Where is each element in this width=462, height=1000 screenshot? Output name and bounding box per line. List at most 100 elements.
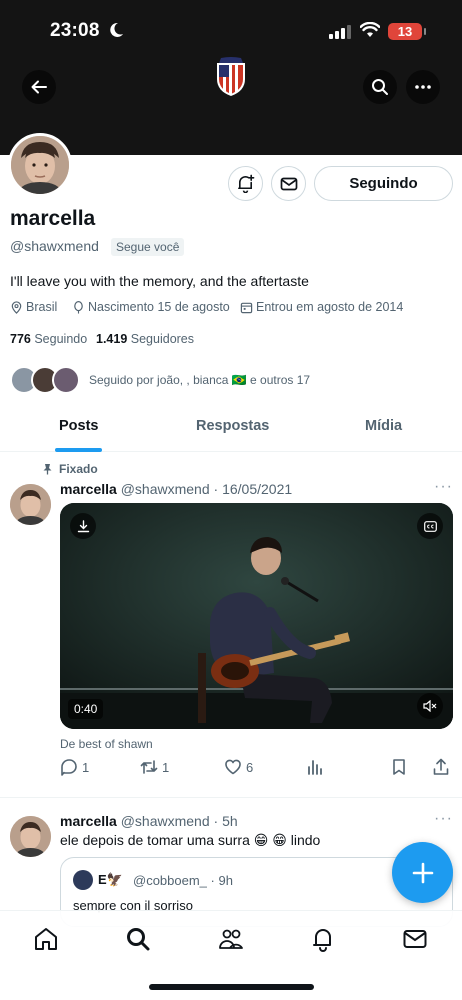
post-more-button[interactable]: ···: [434, 478, 453, 496]
profile-location: Brasil: [10, 300, 57, 314]
bell-icon[interactable]: [310, 926, 336, 952]
avatar-face-icon: [11, 136, 69, 194]
followers-count: 1.419: [96, 332, 128, 346]
post-time[interactable]: · 5h: [214, 813, 238, 829]
share-icon: [433, 758, 449, 775]
calendar-icon: [240, 302, 253, 313]
mutual-avatar: [52, 366, 80, 394]
profile-handle: @shawxmend: [10, 238, 99, 254]
post-time[interactable]: · 16/05/2021: [214, 481, 293, 497]
avatar-face-icon: [10, 484, 51, 525]
heart-icon: [225, 759, 241, 775]
download-button[interactable]: [70, 513, 96, 539]
profile-name: marcella: [10, 207, 96, 230]
signal-icon: [329, 25, 351, 39]
active-tab-indicator: [55, 448, 102, 452]
status-time: 23:08: [50, 20, 100, 41]
post-author-handle[interactable]: @shawxmend: [121, 481, 210, 497]
avatar-face-icon: [10, 816, 51, 857]
followers-count-link[interactable]: 1.419 Seguidores: [96, 332, 194, 346]
join-date-text: Entrou em agosto de 2014: [256, 300, 404, 314]
following-count-link[interactable]: 776 Seguindo: [10, 332, 87, 346]
communities-icon[interactable]: [218, 926, 244, 952]
mute-button[interactable]: [417, 693, 443, 719]
post-author-name[interactable]: marcella: [60, 481, 117, 497]
bar-chart-icon: [308, 760, 322, 775]
post-author-handle[interactable]: @shawxmend: [121, 813, 210, 829]
reply-button[interactable]: 1: [60, 758, 89, 776]
notifications-toggle-button[interactable]: [228, 166, 263, 201]
post-divider: [0, 797, 462, 798]
following-label: Seguindo: [34, 332, 88, 346]
post-video[interactable]: 0:40: [60, 503, 453, 729]
tab-posts[interactable]: Posts: [59, 418, 99, 434]
video-caption: De best of shawn: [60, 737, 153, 751]
tab-media[interactable]: Mídia: [365, 418, 402, 434]
repost-button[interactable]: 1: [140, 758, 169, 776]
profile-birthdate: Nascimento 15 de agosto: [72, 300, 230, 314]
profile-bio: I'll leave you with the memory, and the …: [10, 273, 309, 289]
search-button[interactable]: [363, 70, 397, 104]
bell-plus-icon: [238, 174, 255, 193]
video-thumbnail: [60, 503, 453, 729]
followers-label: Seguidores: [130, 332, 195, 346]
search-icon[interactable]: [125, 926, 151, 952]
repost-icon: [140, 760, 158, 774]
quoted-author-handle: @cobboem_ · 9h: [133, 873, 233, 888]
balloon-icon: [74, 300, 83, 314]
repost-count: 1: [162, 759, 170, 775]
quoted-author-avatar: [73, 870, 93, 890]
follows-you-badge: Segue você: [111, 238, 185, 256]
reply-count: 1: [82, 759, 90, 775]
wifi-icon: [360, 22, 380, 37]
more-button[interactable]: [406, 70, 440, 104]
like-count: 6: [246, 759, 254, 775]
location-pin-icon: [11, 300, 22, 314]
envelope-icon: [280, 177, 297, 190]
video-duration: 0:40: [68, 699, 104, 719]
speaker-muted-icon: [423, 700, 437, 712]
profile-tabs: Posts Respostas Mídia: [0, 404, 462, 452]
download-icon: [77, 519, 89, 532]
share-button[interactable]: [432, 758, 450, 776]
arrow-left-icon: [31, 80, 47, 94]
profile-join-date: Entrou em agosto de 2014: [240, 300, 403, 314]
birthdate-text: Nascimento 15 de agosto: [88, 300, 230, 314]
status-bar: 23:08 13: [0, 0, 462, 60]
pinned-label: Fixado: [42, 462, 98, 476]
post-header: marcella @shawxmend · 5h: [60, 813, 238, 829]
post-avatar[interactable]: [10, 484, 51, 525]
plus-icon: [412, 862, 433, 883]
bookmark-icon: [393, 759, 405, 775]
post-header: marcella @shawxmend · 16/05/2021: [60, 481, 292, 497]
like-button[interactable]: 6: [224, 758, 253, 776]
closed-captions-icon: [423, 520, 437, 532]
message-button[interactable]: [271, 166, 306, 201]
mutual-followers-avatars[interactable]: [10, 366, 80, 396]
following-button[interactable]: Seguindo: [314, 166, 453, 201]
moon-icon: [110, 22, 123, 37]
post-more-button[interactable]: ···: [434, 810, 453, 828]
back-button[interactable]: [22, 70, 56, 104]
pin-icon: [43, 464, 52, 475]
post-text: ele depois de tomar uma surra 😁 😁 lindo: [60, 832, 321, 848]
profile-avatar[interactable]: [8, 133, 72, 197]
bookmark-button[interactable]: [390, 758, 408, 776]
tab-replies[interactable]: Respostas: [196, 418, 269, 434]
home-indicator: [149, 984, 314, 990]
home-icon[interactable]: [33, 926, 59, 952]
post-avatar[interactable]: [10, 816, 51, 857]
envelope-icon[interactable]: [402, 926, 428, 952]
compose-post-button[interactable]: [392, 842, 453, 903]
followed-by-text[interactable]: Seguido por joão, , bianca 🇧🇷 e outros 1…: [89, 373, 310, 387]
captions-button[interactable]: [417, 513, 443, 539]
location-text: Brasil: [26, 300, 58, 314]
more-horizontal-icon: [415, 85, 431, 89]
post-actions: 1 1 6: [60, 758, 453, 782]
battery-level: 13: [397, 24, 413, 39]
quoted-author-name: E🦅: [98, 872, 123, 887]
following-count: 776: [10, 332, 31, 346]
battery-indicator: 13: [388, 23, 426, 40]
post-author-name[interactable]: marcella: [60, 813, 117, 829]
views-button[interactable]: [306, 758, 324, 776]
